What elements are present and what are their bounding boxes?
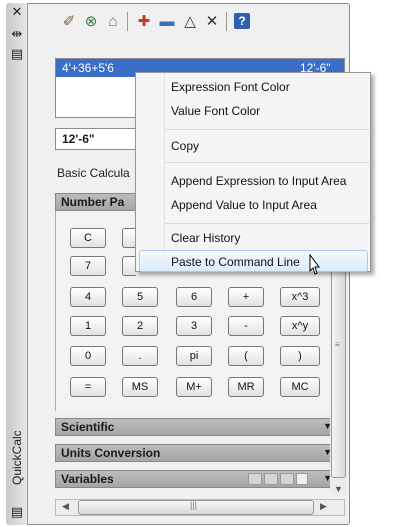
menu-separator: [166, 223, 369, 224]
key-clear[interactable]: C: [70, 228, 106, 248]
key-hidden[interactable]: [122, 256, 136, 276]
units-conversion-header[interactable]: Units Conversion ▼: [55, 444, 339, 462]
toolbar-separator: [127, 12, 128, 31]
calculator-icon[interactable]: [296, 473, 308, 485]
menu-item-copy[interactable]: Copy: [171, 135, 199, 157]
variables-header[interactable]: Variables ▼: [55, 470, 339, 488]
mouse-cursor-icon: [309, 254, 320, 275]
auto-hide-icon[interactable]: ⇹: [6, 27, 28, 42]
key-decimal[interactable]: .: [122, 346, 158, 366]
delete-variable-icon[interactable]: [280, 473, 294, 485]
menu-item-append-value[interactable]: Append Value to Input Area: [171, 194, 317, 216]
angle-icon[interactable]: △: [180, 11, 200, 31]
palette-menu-icon[interactable]: ▤: [6, 505, 28, 520]
edit-variable-icon[interactable]: [264, 473, 278, 485]
menu-item-expression-font-color[interactable]: Expression Font Color: [171, 76, 290, 98]
key-0[interactable]: 0: [70, 346, 106, 366]
key-minus[interactable]: -: [228, 316, 264, 336]
help-icon[interactable]: ?: [232, 11, 252, 31]
menu-separator: [166, 162, 369, 163]
history-expression: 4'+36+5'6: [62, 61, 114, 75]
scroll-right-icon[interactable]: ▶: [320, 501, 327, 512]
scroll-down-icon[interactable]: ▼: [334, 484, 343, 494]
scientific-header[interactable]: Scientific ▼: [55, 418, 339, 436]
scroll-grip-icon: ≡: [335, 340, 340, 349]
units-conversion-title: Units Conversion: [61, 446, 161, 460]
scientific-title: Scientific: [61, 420, 115, 434]
key-cube[interactable]: x^3: [280, 287, 320, 307]
paste-value-icon[interactable]: ⌂: [103, 11, 123, 31]
menu-item-paste-to-command-line[interactable]: Paste to Command Line: [171, 251, 300, 273]
key-4[interactable]: 4: [70, 287, 106, 307]
key-memory-store[interactable]: MS: [122, 377, 158, 397]
key-memory-add[interactable]: M+: [176, 377, 212, 397]
intersection-icon[interactable]: ✕: [202, 11, 222, 31]
scroll-grip-icon: |||: [190, 500, 198, 510]
menu-gutter: [164, 73, 165, 271]
properties-icon[interactable]: ▤: [6, 47, 28, 62]
get-coordinates-icon[interactable]: ✚: [134, 11, 154, 31]
clear-history-icon[interactable]: ⊗: [81, 11, 101, 31]
menu-item-value-font-color[interactable]: Value Font Color: [171, 100, 260, 122]
key-open-paren[interactable]: (: [228, 346, 264, 366]
key-equals[interactable]: =: [70, 377, 106, 397]
distance-icon[interactable]: ▬: [157, 11, 177, 31]
key-1[interactable]: 1: [70, 316, 106, 336]
toolbar-separator: [226, 12, 227, 31]
key-memory-clear[interactable]: MC: [280, 377, 320, 397]
key-pi[interactable]: pi: [176, 346, 212, 366]
key-3[interactable]: 3: [176, 316, 212, 336]
menu-separator: [166, 129, 369, 130]
variables-title: Variables: [61, 472, 114, 486]
new-variable-icon[interactable]: [248, 473, 262, 485]
key-close-paren[interactable]: ): [280, 346, 320, 366]
close-icon[interactable]: ✕: [6, 5, 28, 20]
key-2[interactable]: 2: [122, 316, 158, 336]
key-memory-recall[interactable]: MR: [228, 377, 264, 397]
menu-item-clear-history[interactable]: Clear History: [171, 227, 240, 249]
key-6[interactable]: 6: [176, 287, 212, 307]
basic-calculator-mode-label[interactable]: Basic Calcula: [57, 166, 130, 180]
input-value: 12'-6": [62, 132, 95, 146]
key-7[interactable]: 7: [70, 256, 106, 276]
scroll-left-icon[interactable]: ◀: [62, 501, 69, 512]
key-power[interactable]: x^y: [280, 316, 320, 336]
number-pad-title: Number Pa: [61, 195, 125, 209]
key-5[interactable]: 5: [122, 287, 158, 307]
menu-item-append-expression[interactable]: Append Expression to Input Area: [171, 170, 346, 192]
key-hidden[interactable]: [122, 228, 136, 248]
clear-icon[interactable]: ✐: [59, 11, 79, 31]
key-plus[interactable]: +: [228, 287, 264, 307]
